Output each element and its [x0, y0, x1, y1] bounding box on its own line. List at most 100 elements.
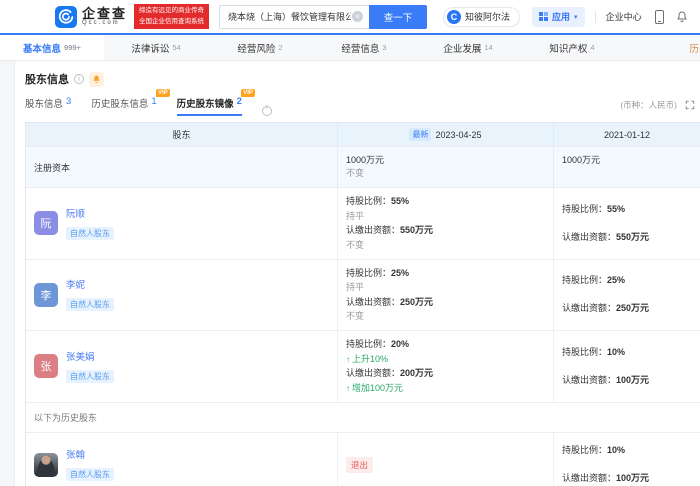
ratio-change: 持平: [346, 281, 545, 294]
subtab-label: 历史股东镜像: [177, 96, 234, 110]
shareholder-meta: 阮顺 自然人股东: [66, 206, 114, 241]
avatar: 张: [34, 354, 58, 378]
slogan-line2: 全国企业信用查询系统: [139, 17, 204, 27]
latest-holding-cell: 退出: [338, 433, 554, 486]
info-icon[interactable]: i: [262, 106, 272, 116]
shareholder-name-link[interactable]: 张翰: [66, 447, 114, 461]
ratio-change: ↑上升10%: [346, 353, 545, 366]
capital-latest-cell: 1000万元 不变: [338, 147, 554, 187]
shareholder-row: 阮 阮顺 自然人股东 持股比例：55% 持平 认缴出资额：550万元 不变 持股…: [26, 187, 700, 259]
tab-legal-litigation[interactable]: 法律诉讼 54: [104, 35, 208, 60]
tab-intellectual-property[interactable]: 知识产权 4: [520, 35, 624, 60]
avatar-photo: [34, 453, 58, 477]
table-header-row: 股东 最新 2023-04-25 2021-01-12: [26, 123, 700, 146]
prev-holding-cell: 持股比例：10% 认缴出资额：100万元: [554, 331, 700, 402]
prev-holding-cell: 持股比例：55% 认缴出资额：550万元: [554, 188, 700, 259]
ratio-line: 持股比例：20%: [346, 338, 545, 351]
shareholder-type-tag: 自然人股东: [66, 298, 114, 311]
tab-operation-info[interactable]: 经营信息 3: [312, 35, 416, 60]
subtab-history-shareholders[interactable]: 历史股东信息 1 VIP: [91, 96, 156, 116]
clear-search-icon[interactable]: ×: [352, 11, 363, 22]
capital-label: 注册资本: [26, 147, 338, 187]
slogan-banner: 缔造有远见的商业传奇 全国企业信用查询系统: [134, 4, 209, 28]
tab-label: 基本信息: [23, 41, 61, 55]
amount-line: 认缴出资额：100万元: [562, 472, 692, 485]
fullscreen-icon[interactable]: [685, 100, 695, 110]
enterprise-center-link[interactable]: 企业中心: [606, 10, 642, 23]
search-input[interactable]: [219, 5, 369, 29]
monitor-bell-icon[interactable]: [89, 72, 104, 87]
shareholder-row: 张 张美娟 自然人股东 持股比例：20% ↑上升10% 认缴出资额：200万元 …: [26, 330, 700, 402]
latest-holding-cell: 持股比例：20% ↑上升10% 认缴出资额：200万元 ↑增加100万元: [338, 331, 554, 402]
registered-capital-row: 注册资本 1000万元 不变 1000万元: [26, 146, 700, 187]
amount-line: 认缴出资额：550万元: [562, 231, 692, 244]
arrow-up-icon: ↑: [346, 384, 350, 393]
shareholder-subtabs: 股东信息 3 历史股东信息 1 VIP 历史股东镜像 2 VIP i (币种：人…: [25, 96, 700, 116]
shareholder-row: 李 李妮 自然人股东 持股比例：25% 持平 认缴出资额：250万元 不变 持股…: [26, 259, 700, 331]
amount-line: 认缴出资额：200万元: [346, 367, 545, 380]
shareholder-name-link[interactable]: 张美娟: [66, 349, 114, 363]
notifications-bell-icon[interactable]: [676, 10, 688, 23]
tab-label: 企业发展: [443, 41, 481, 55]
subtab-label: 历史股东信息: [91, 96, 148, 110]
divider: [595, 11, 596, 23]
subtab-count: 2: [237, 96, 242, 110]
brand-name: 企查查: [82, 7, 127, 20]
shareholder-type-tag: 自然人股东: [66, 468, 114, 481]
vip-badge: VIP: [241, 89, 255, 97]
history-divider-row: 以下为历史股东: [26, 402, 700, 432]
left-gutter: [0, 61, 15, 486]
amount-line: 认缴出资额：550万元: [346, 224, 545, 237]
capital-change: 不变: [346, 167, 545, 180]
latest-badge: 最新: [409, 128, 431, 141]
avatar: 阮: [34, 211, 58, 235]
chevron-down-icon: ▾: [574, 13, 578, 21]
table-tools: (币种：人民币): [620, 99, 700, 116]
shareholder-name-link[interactable]: 李妮: [66, 277, 114, 291]
ratio-change: 持平: [346, 210, 545, 223]
apps-label: 应用: [552, 10, 570, 23]
mobile-app-icon[interactable]: [655, 10, 664, 24]
history-divider-label: 以下为历史股东: [26, 403, 700, 432]
shareholder-section: 股东信息 i 股东信息 3 历史股东信息 1 VIP 历史股东镜像 2 VIP …: [15, 61, 700, 486]
tab-label: 法律诉讼: [131, 41, 169, 55]
tab-basic-info[interactable]: 基本信息 999+: [0, 35, 104, 60]
amount-line: 认缴出资额：250万元: [346, 296, 545, 309]
apps-grid-icon: [539, 12, 548, 21]
search-button[interactable]: 查一下: [369, 5, 427, 29]
subtab-count: 1: [151, 96, 156, 110]
tab-label: 经营风险: [237, 41, 275, 55]
tab-company-development[interactable]: 企业发展 14: [416, 35, 520, 60]
shareholder-snapshot-table: 股东 最新 2023-04-25 2021-01-12 注册资本 1000万元 …: [25, 122, 700, 486]
latest-holding-cell: 持股比例：25% 持平 认缴出资额：250万元 不变: [338, 260, 554, 331]
ratio-line: 持股比例：10%: [562, 346, 692, 359]
tab-history-truncated[interactable]: 历: [689, 35, 699, 60]
brand-domain: Qcc.com: [82, 20, 127, 27]
apps-dropdown[interactable]: 应用 ▾: [532, 7, 585, 27]
shareholder-name-link[interactable]: 阮顺: [66, 206, 114, 220]
info-icon[interactable]: i: [74, 74, 84, 84]
shareholder-meta: 张翰 自然人股东: [66, 447, 114, 482]
subtab-history-snapshot[interactable]: 历史股东镜像 2 VIP: [177, 96, 242, 116]
subtab-shareholders[interactable]: 股东信息 3: [25, 96, 71, 116]
zhibi-alpha-button[interactable]: C 知彼阿尔法: [443, 7, 520, 27]
capital-value: 1000万元: [346, 154, 545, 167]
tab-operation-risk[interactable]: 经营风险 2: [208, 35, 312, 60]
vip-badge: VIP: [156, 89, 170, 97]
section-title: 股东信息: [25, 71, 69, 87]
main-content: 股东信息 i 股东信息 3 历史股东信息 1 VIP 历史股东镜像 2 VIP …: [0, 61, 700, 486]
amount-change: ↑增加100万元: [346, 382, 545, 395]
capital-value: 1000万元: [562, 154, 692, 167]
arrow-up-icon: ↑: [346, 355, 350, 364]
prev-holding-cell: 持股比例：10% 认缴出资额：100万元: [554, 433, 700, 486]
ratio-line: 持股比例：10%: [562, 444, 692, 457]
amount-line: 认缴出资额：100万元: [562, 374, 692, 387]
qcc-logo[interactable]: 企查查 Qcc.com: [55, 6, 127, 28]
shareholder-cell: 张翰 自然人股东: [26, 433, 338, 486]
shareholder-meta: 张美娟 自然人股东: [66, 349, 114, 384]
shareholder-cell: 张 张美娟 自然人股东: [26, 331, 338, 402]
tab-count: 2: [278, 43, 282, 52]
ratio-line: 持股比例：55%: [346, 195, 545, 208]
prev-holding-cell: 持股比例：25% 认缴出资额：250万元: [554, 260, 700, 331]
tab-count: 4: [590, 43, 594, 52]
